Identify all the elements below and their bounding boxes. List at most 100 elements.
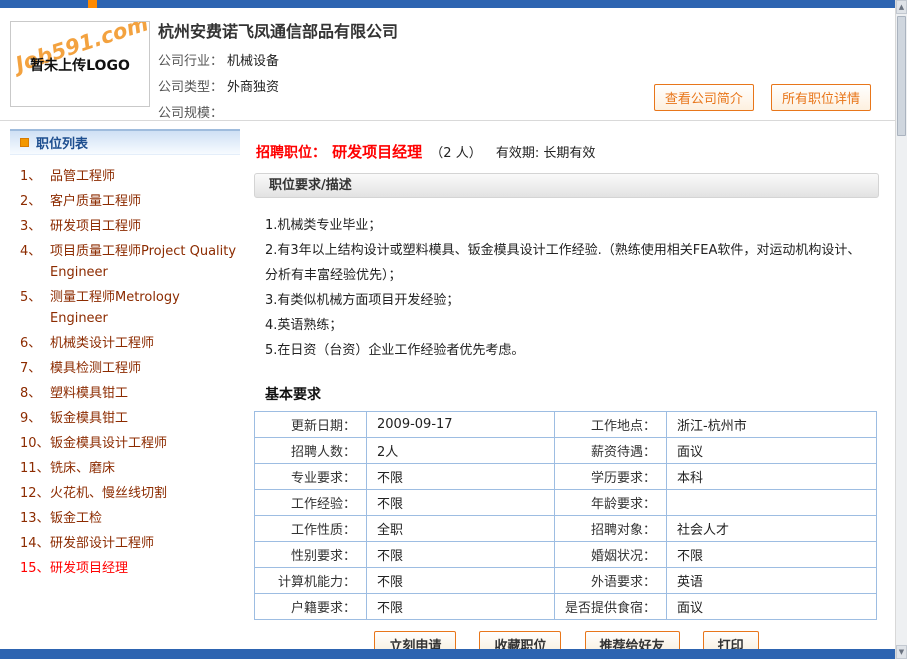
field-value: 英语 — [667, 568, 877, 594]
sidebar-item-job-9[interactable]: 9、钣金模具钳工 — [20, 406, 240, 431]
bottom-decoration-bar — [0, 649, 895, 659]
job-number: 4、 — [20, 241, 50, 283]
job-number: 8、 — [20, 383, 50, 404]
field-label: 计算机能力： — [255, 568, 367, 594]
page: Job591.com 暂未上传LOGO 杭州安费诺飞凤通信部品有限公司 公司行业… — [0, 0, 895, 659]
job-title: 研发项目经理 — [332, 143, 422, 161]
job-headcount: （2 人） — [430, 146, 481, 161]
job-number: 2、 — [20, 191, 50, 212]
sidebar-item-job-4[interactable]: 4、项目质量工程师Project Quality Engineer — [20, 239, 240, 285]
field-value: 不限 — [367, 568, 555, 594]
job-link-label: 铣床、磨床 — [50, 458, 240, 479]
field-label: 学历要求： — [555, 464, 667, 490]
job-number: 3、 — [20, 216, 50, 237]
company-industry-label: 公司行业： — [158, 54, 223, 69]
job-link-label: 品管工程师 — [50, 166, 240, 187]
job-validity: 有效期: 长期有效 — [496, 146, 596, 161]
sidebar-item-job-2[interactable]: 2、客户质量工程师 — [20, 189, 240, 214]
company-scale-label: 公司规模： — [158, 106, 223, 121]
field-value: 面议 — [667, 438, 877, 464]
scrollbar-down-arrow-icon[interactable]: ▼ — [896, 645, 907, 659]
company-name: 杭州安费诺飞凤通信部品有限公司 — [158, 18, 895, 49]
field-value: 不限 — [667, 542, 877, 568]
table-row: 工作经验： 不限 年龄要求： — [255, 490, 877, 516]
vertical-scrollbar[interactable]: ▲ ▼ — [895, 0, 907, 659]
job-number: 7、 — [20, 358, 50, 379]
company-logo-placeholder: Job591.com 暂未上传LOGO — [10, 21, 150, 107]
field-label: 工作性质： — [255, 516, 367, 542]
sidebar-item-job-5[interactable]: 5、测量工程师Metrology Engineer — [20, 285, 240, 331]
sidebar-title: 职位列表 — [36, 133, 88, 152]
job-description-line: 4.英语熟练； — [265, 313, 871, 338]
company-industry-value: 机械设备 — [227, 54, 279, 69]
job-number: 9、 — [20, 408, 50, 429]
field-value: 本科 — [667, 464, 877, 490]
company-type-label: 公司类型： — [158, 80, 223, 95]
all-jobs-detail-button[interactable]: 所有职位详情 — [771, 84, 871, 111]
field-value: 不限 — [367, 464, 555, 490]
sidebar-item-job-1[interactable]: 1、品管工程师 — [20, 164, 240, 189]
job-link-label: 项目质量工程师Project Quality Engineer — [50, 241, 240, 283]
job-number: 10、 — [20, 433, 50, 454]
job-link-label: 钣金模具设计工程师 — [50, 433, 240, 454]
job-link-label: 钣金模具钳工 — [50, 408, 240, 429]
sidebar-item-job-15-active[interactable]: 15、研发项目经理 — [20, 556, 240, 581]
field-label: 薪资待遇： — [555, 438, 667, 464]
basic-requirements-table: 更新日期： 2009-09-17 工作地点： 浙江-杭州市 招聘人数： 2人 薪… — [254, 411, 877, 620]
section-job-description-title: 职位要求/描述 — [269, 178, 352, 193]
sidebar-item-job-7[interactable]: 7、模具检测工程师 — [20, 356, 240, 381]
table-row: 户籍要求： 不限 是否提供食宿： 面议 — [255, 594, 877, 620]
job-link-label: 研发部设计工程师 — [50, 533, 240, 554]
table-row: 专业要求： 不限 学历要求： 本科 — [255, 464, 877, 490]
field-value: 2人 — [367, 438, 555, 464]
sidebar-item-job-12[interactable]: 12、火花机、慢丝线切割 — [20, 481, 240, 506]
job-description-line: 1.机械类专业毕业； — [265, 213, 871, 238]
table-row: 性别要求： 不限 婚姻状况： 不限 — [255, 542, 877, 568]
sidebar-item-job-10[interactable]: 10、钣金模具设计工程师 — [20, 431, 240, 456]
scrollbar-thumb[interactable] — [897, 16, 906, 136]
job-link-label: 测量工程师Metrology Engineer — [50, 287, 240, 329]
field-label: 招聘对象： — [555, 516, 667, 542]
field-value: 浙江-杭州市 — [667, 412, 877, 438]
field-value: 2009-09-17 — [367, 412, 555, 438]
table-row: 工作性质： 全职 招聘对象： 社会人才 — [255, 516, 877, 542]
field-label: 工作地点： — [555, 412, 667, 438]
sidebar-item-job-13[interactable]: 13、钣金工检 — [20, 506, 240, 531]
field-label: 工作经验： — [255, 490, 367, 516]
section-job-description-header: 职位要求/描述 — [254, 173, 879, 198]
sidebar-item-job-11[interactable]: 11、铣床、磨床 — [20, 456, 240, 481]
company-industry-row: 公司行业： 机械设备 — [158, 49, 895, 75]
sidebar-item-job-3[interactable]: 3、研发项目工程师 — [20, 214, 240, 239]
job-number: 15、 — [20, 558, 50, 579]
content-area: 职位列表 1、品管工程师 2、客户质量工程师 3、研发项目工程师 4、项目质量工… — [0, 121, 895, 658]
field-value: 不限 — [367, 594, 555, 620]
job-link-label: 机械类设计工程师 — [50, 333, 240, 354]
field-label: 性别要求： — [255, 542, 367, 568]
job-number: 13、 — [20, 508, 50, 529]
sidebar-item-job-8[interactable]: 8、塑料模具钳工 — [20, 381, 240, 406]
job-description: 1.机械类专业毕业； 2.有3年以上结构设计或塑料模具、钣金模具设计工作经验.（… — [252, 198, 881, 371]
scrollbar-up-arrow-icon[interactable]: ▲ — [896, 0, 907, 14]
field-value: 不限 — [367, 542, 555, 568]
job-description-line: 3.有类似机械方面项目开发经验； — [265, 288, 871, 313]
field-value: 社会人才 — [667, 516, 877, 542]
view-company-profile-button[interactable]: 查看公司简介 — [654, 84, 754, 111]
job-link-label: 火花机、慢丝线切割 — [50, 483, 240, 504]
field-value — [667, 490, 877, 516]
table-row: 计算机能力： 不限 外语要求： 英语 — [255, 568, 877, 594]
sidebar-item-job-14[interactable]: 14、研发部设计工程师 — [20, 531, 240, 556]
job-number: 5、 — [20, 287, 50, 329]
sidebar-item-job-6[interactable]: 6、机械类设计工程师 — [20, 331, 240, 356]
field-label: 更新日期： — [255, 412, 367, 438]
job-link-label: 钣金工检 — [50, 508, 240, 529]
job-number: 1、 — [20, 166, 50, 187]
section-basic-requirements-title: 基本要求 — [265, 384, 881, 404]
company-type-value: 外商独资 — [227, 80, 279, 95]
job-link-label: 模具检测工程师 — [50, 358, 240, 379]
orange-square-bullet-icon — [20, 138, 29, 147]
field-value: 面议 — [667, 594, 877, 620]
job-number: 14、 — [20, 533, 50, 554]
job-link-label: 塑料模具钳工 — [50, 383, 240, 404]
table-row: 更新日期： 2009-09-17 工作地点： 浙江-杭州市 — [255, 412, 877, 438]
logo-placeholder-text: 暂未上传LOGO — [11, 55, 149, 75]
